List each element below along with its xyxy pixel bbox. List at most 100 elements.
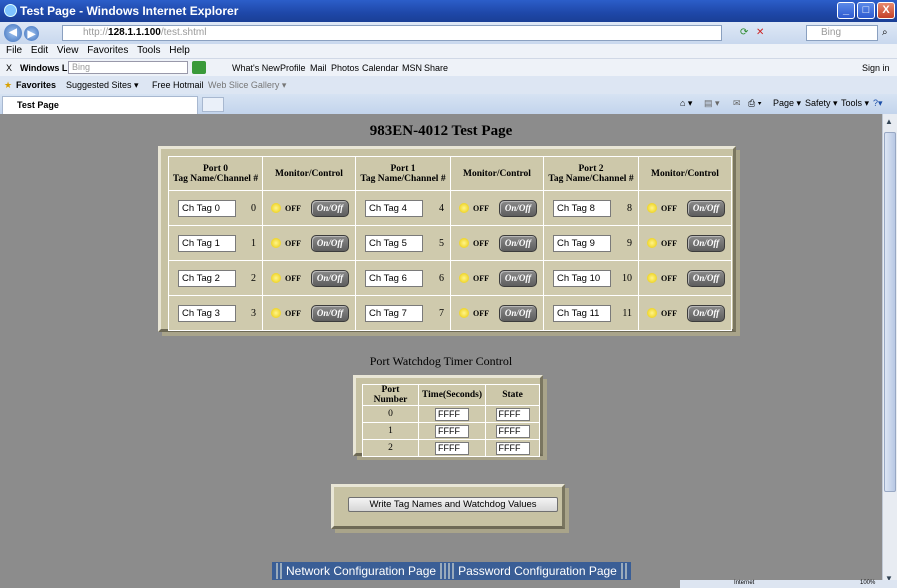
back-icon[interactable]: ◀ xyxy=(4,24,22,42)
tag-name-input[interactable]: Ch Tag 5 xyxy=(365,234,423,252)
menu-tools[interactable]: Tools xyxy=(137,45,160,56)
state-header: State xyxy=(485,384,540,406)
monitor-control-cell: OFF On/Off xyxy=(262,295,356,331)
maximize-button[interactable]: □ xyxy=(857,2,875,19)
monitor-control-cell: OFF On/Off xyxy=(450,260,544,296)
close-button[interactable]: X xyxy=(877,2,895,19)
link-photos[interactable]: Photos xyxy=(331,63,359,73)
zoom-level[interactable]: 100% xyxy=(860,580,875,586)
search-icon[interactable]: ⌕ xyxy=(882,27,888,38)
tag-name-input[interactable]: Ch Tag 11 xyxy=(553,304,611,322)
on-off-button[interactable]: On/Off xyxy=(499,269,537,287)
vertical-scrollbar[interactable]: ▲ ▼ xyxy=(882,114,897,588)
tag-cell: Ch Tag 5 5 xyxy=(355,225,451,261)
link-mail[interactable]: Mail xyxy=(310,63,327,73)
forward-icon[interactable]: ▶ xyxy=(24,26,39,41)
menu-help[interactable]: Help xyxy=(169,45,190,56)
web-slice-gallery-link[interactable]: Web Slice Gallery ▾ xyxy=(208,80,286,91)
refresh-icon[interactable]: ⟳ xyxy=(740,27,748,38)
help-icon[interactable]: ?▾ xyxy=(873,98,883,109)
state-label: OFF xyxy=(661,203,677,213)
time-input[interactable]: FFFF xyxy=(435,407,469,421)
on-off-button[interactable]: On/Off xyxy=(499,304,537,322)
read-mail-icon[interactable]: ✉ xyxy=(733,98,741,109)
write-values-button[interactable]: Write Tag Names and Watchdog Values xyxy=(348,497,558,512)
menu-edit[interactable]: Edit xyxy=(31,45,48,56)
print-icon[interactable]: ⎙ ▾ xyxy=(748,98,761,109)
stop-icon[interactable]: ✕ xyxy=(756,27,764,38)
port-number: 0 xyxy=(362,405,419,423)
search-input[interactable]: Bing xyxy=(806,25,878,41)
tag-name-input[interactable]: Ch Tag 1 xyxy=(178,234,236,252)
tag-name-input[interactable]: Ch Tag 0 xyxy=(178,199,236,217)
safety-menu[interactable]: Safety ▾ xyxy=(805,98,838,109)
tag-name-input[interactable]: Ch Tag 6 xyxy=(365,269,423,287)
port-number: 1 xyxy=(362,422,419,440)
tag-name-input[interactable]: Ch Tag 8 xyxy=(553,199,611,217)
status-bar: Internet 100% xyxy=(680,580,897,588)
tag-name-input[interactable]: Ch Tag 9 xyxy=(553,234,611,252)
monitor-control-cell: OFF On/Off xyxy=(450,295,544,331)
minimize-button[interactable]: _ xyxy=(837,2,855,19)
menu-view[interactable]: View xyxy=(57,45,79,56)
address-input[interactable]: http://128.1.1.100/test.shtml xyxy=(62,25,722,41)
state-input[interactable]: FFFF xyxy=(495,424,530,438)
free-hotmail-link[interactable]: Free Hotmail xyxy=(152,80,204,90)
port-number-header: Port Number xyxy=(362,384,419,406)
tag-name-input[interactable]: Ch Tag 3 xyxy=(178,304,236,322)
state-input[interactable]: FFFF xyxy=(495,407,530,421)
tag-name-input[interactable]: Ch Tag 2 xyxy=(178,269,236,287)
tag-name-input[interactable]: Ch Tag 10 xyxy=(553,269,611,287)
tag-name-input[interactable]: Ch Tag 7 xyxy=(365,304,423,322)
tab-test-page[interactable]: Test Page xyxy=(2,96,198,114)
status-led-icon xyxy=(647,238,657,249)
on-off-button[interactable]: On/Off xyxy=(311,269,349,287)
status-led-icon xyxy=(271,238,281,249)
tag-cell: Ch Tag 2 2 xyxy=(168,260,263,296)
close-toolbar-button[interactable]: X xyxy=(6,63,12,73)
tools-menu[interactable]: Tools ▾ xyxy=(841,98,869,109)
scroll-up-icon[interactable]: ▲ xyxy=(885,117,895,127)
monitor-control-cell: OFF On/Off xyxy=(262,260,356,296)
on-off-button[interactable]: On/Off xyxy=(499,234,537,252)
suggested-sites-link[interactable]: Suggested Sites ▾ xyxy=(66,80,139,91)
time-input[interactable]: FFFF xyxy=(435,424,469,438)
favorites-button[interactable]: Favorites xyxy=(16,80,56,90)
live-search-go-icon[interactable] xyxy=(192,61,206,74)
on-off-button[interactable]: On/Off xyxy=(499,199,537,217)
link-calendar[interactable]: Calendar xyxy=(362,63,399,73)
home-icon[interactable]: ⌂ ▾ xyxy=(680,98,692,109)
menu-favorites[interactable]: Favorites xyxy=(87,45,128,56)
on-off-button[interactable]: On/Off xyxy=(311,199,349,217)
on-off-button[interactable]: On/Off xyxy=(687,269,725,287)
write-panel: Write Tag Names and Watchdog Values xyxy=(331,484,565,529)
config-links: Network Configuration Page Password Confi… xyxy=(272,562,631,580)
sign-in-link[interactable]: Sign in xyxy=(862,63,890,73)
state-input[interactable]: FFFF xyxy=(495,441,530,455)
monitor-control-cell: OFF On/Off xyxy=(638,260,732,296)
channel-number: 8 xyxy=(627,202,632,214)
on-off-button[interactable]: On/Off xyxy=(311,234,349,252)
on-off-button[interactable]: On/Off xyxy=(687,304,725,322)
on-off-button[interactable]: On/Off xyxy=(687,234,725,252)
time-input[interactable]: FFFF xyxy=(435,441,469,455)
network-config-link[interactable]: Network Configuration Page xyxy=(286,562,436,580)
link-whats-new[interactable]: What's New xyxy=(232,63,280,73)
channel-row: Ch Tag 3 3 OFF On/Off Ch Tag 7 7 OFF On/Off Ch T… xyxy=(168,295,732,331)
scrollbar-thumb[interactable] xyxy=(884,132,896,492)
password-config-link[interactable]: Password Configuration Page xyxy=(458,562,617,580)
live-search-input[interactable]: Bing xyxy=(68,61,188,74)
channel-number: 4 xyxy=(439,202,444,214)
port-0-header: Port 0 Tag Name/Channel # xyxy=(168,156,263,191)
on-off-button[interactable]: On/Off xyxy=(311,304,349,322)
new-tab-button[interactable] xyxy=(202,97,224,112)
menu-file[interactable]: File xyxy=(6,45,22,56)
link-share[interactable]: Share xyxy=(424,63,448,73)
link-msn[interactable]: MSN xyxy=(402,63,422,73)
tag-name-input[interactable]: Ch Tag 4 xyxy=(365,199,423,217)
on-off-button[interactable]: On/Off xyxy=(687,199,725,217)
feeds-icon[interactable]: ▤ ▾ xyxy=(704,98,720,109)
link-profile[interactable]: Profile xyxy=(280,63,306,73)
port-2-header: Port 2 Tag Name/Channel # xyxy=(543,156,639,191)
page-menu[interactable]: Page ▾ xyxy=(773,98,801,109)
